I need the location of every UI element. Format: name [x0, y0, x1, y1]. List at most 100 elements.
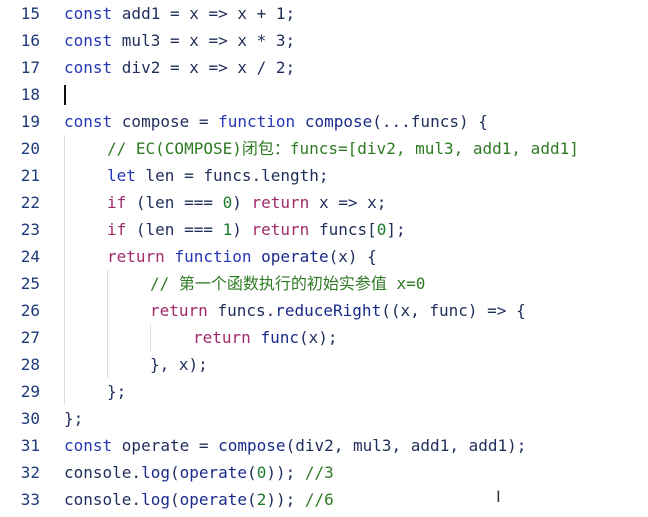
line-number: 22	[20, 193, 40, 212]
code-token: if	[107, 193, 136, 212]
code-token: (div2, mul3, add1, add1);	[285, 436, 527, 455]
code-line[interactable]: 20 // EC(COMPOSE)闭包：funcs=[div2, mul3, ad…	[0, 135, 648, 162]
code-token: // 第一个函数执行的初始实参值 x=0	[150, 274, 426, 293]
code-token: log	[141, 463, 170, 482]
indent-guide	[64, 378, 65, 405]
indent-guide	[107, 351, 108, 378]
code-line[interactable]: 32 console.log(operate(0)); //3	[0, 459, 648, 486]
code-text: return func(x);	[193, 324, 338, 351]
line-number: 28	[20, 355, 40, 374]
line-number: 32	[20, 463, 40, 482]
code-line[interactable]: 21 let len = funcs.length;	[0, 162, 648, 189]
code-line[interactable]: 23 if (len === 1) return funcs[0];	[0, 216, 648, 243]
code-token: ((x, func) => {	[381, 301, 526, 320]
code-token: 2	[256, 490, 267, 509]
line-number: 31	[20, 436, 40, 455]
line-number: 21	[20, 166, 40, 185]
code-token: if	[107, 220, 136, 239]
code-token: return	[193, 328, 261, 347]
indent-guide	[64, 243, 65, 270]
code-text: // 第一个函数执行的初始实参值 x=0	[150, 270, 425, 297]
code-token: ];	[386, 220, 406, 239]
line-number: 24	[20, 247, 40, 266]
code-token: return	[107, 247, 175, 266]
code-token: // EC(COMPOSE)闭包：funcs=[div2, mul3, add1…	[107, 139, 579, 158]
indent-guide	[64, 216, 65, 243]
code-token: };	[107, 382, 127, 401]
code-line[interactable]: 17 const div2 = x => x / 2;	[0, 54, 648, 81]
code-token: //3	[295, 463, 334, 482]
line-number: 29	[20, 382, 40, 401]
code-token: const	[64, 112, 122, 131]
code-token: )	[232, 193, 252, 212]
code-text: const div2 = x => x / 2;	[64, 54, 295, 81]
code-line[interactable]: 15 const add1 = x => x + 1;	[0, 0, 648, 27]
code-token: (len ===	[135, 220, 223, 239]
code-token: (x);	[298, 328, 338, 347]
indent-guide	[64, 270, 65, 297]
indent-guide	[64, 162, 65, 189]
line-number: 30	[20, 409, 40, 428]
code-token: (	[169, 490, 180, 509]
line-number: 19	[20, 112, 40, 131]
indent-guide	[107, 297, 108, 324]
code-line[interactable]: 29};	[0, 378, 648, 405]
code-token: compose =	[121, 112, 219, 131]
code-line[interactable]: 28 }, x);	[0, 351, 648, 378]
code-token: return	[251, 220, 319, 239]
code-line[interactable]: 31 const operate = compose(div2, mul3, ad…	[0, 432, 648, 459]
code-line[interactable]: 27 return func(x);	[0, 324, 648, 351]
code-line[interactable]: 33 console.log(operate(2)); //6	[0, 486, 648, 513]
line-number: 26	[20, 301, 40, 320]
code-token: funcs[	[318, 220, 377, 239]
code-text: console.log(operate(2)); //6	[64, 486, 334, 513]
code-token: funcs.	[217, 301, 276, 320]
code-text: const mul3 = x => x * 3;	[64, 27, 295, 54]
line-number: 16	[20, 31, 40, 50]
indent-guide	[107, 270, 108, 297]
code-text: };	[107, 378, 126, 405]
line-number: 27	[20, 328, 40, 347]
code-token: 0	[256, 463, 267, 482]
code-line[interactable]: 22 if (len === 0) return x => x;	[0, 189, 648, 216]
code-text: // EC(COMPOSE)闭包：funcs=[div2, mul3, add1…	[107, 135, 579, 162]
line-number: 20	[20, 139, 40, 158]
line-number: 23	[20, 220, 40, 239]
code-token: (	[247, 463, 257, 482]
code-token: ));	[266, 490, 296, 509]
code-token: };	[64, 409, 84, 428]
code-token: compose	[218, 436, 286, 455]
indent-guide	[150, 324, 151, 351]
code-line[interactable]: 30};	[0, 405, 648, 432]
code-token: x => x;	[318, 193, 387, 212]
code-token: (x) {	[328, 247, 377, 266]
code-line[interactable]: 18	[0, 81, 648, 108]
code-token: const	[64, 58, 122, 77]
code-line[interactable]: 26 return funcs.reduceRight((x, func) => …	[0, 297, 648, 324]
code-token: len = funcs.length;	[145, 166, 329, 185]
code-token: (...funcs) {	[372, 112, 488, 131]
code-token: return	[251, 193, 319, 212]
code-token: console.	[64, 490, 142, 509]
code-line[interactable]: 16 const mul3 = x => x * 3;	[0, 27, 648, 54]
code-token: func	[260, 328, 299, 347]
code-text: }, x);	[150, 351, 208, 378]
code-token: (	[169, 463, 180, 482]
code-token: )	[232, 220, 252, 239]
code-line[interactable]: 19 const compose = function compose(...fu…	[0, 108, 648, 135]
code-token: ));	[266, 463, 296, 482]
code-token: add1 = x => x + 1;	[121, 4, 296, 23]
code-token: log	[141, 490, 170, 509]
line-number: 33	[20, 490, 40, 509]
code-line[interactable]: 25 // 第一个函数执行的初始实参值 x=0	[0, 270, 648, 297]
code-token: mul3 = x => x * 3;	[121, 31, 296, 50]
line-number: 17	[20, 58, 40, 77]
indent-guide	[64, 297, 65, 324]
line-number: 18	[20, 85, 40, 104]
code-line[interactable]: 24 return function operate(x) {	[0, 243, 648, 270]
code-token: const	[64, 31, 122, 50]
code-editor[interactable]: I 15 const add1 = x => x + 1; 16 const mul3…	[0, 0, 648, 517]
code-token: compose	[304, 112, 373, 131]
code-token: }, x);	[150, 355, 208, 374]
code-token: console.	[64, 463, 142, 482]
